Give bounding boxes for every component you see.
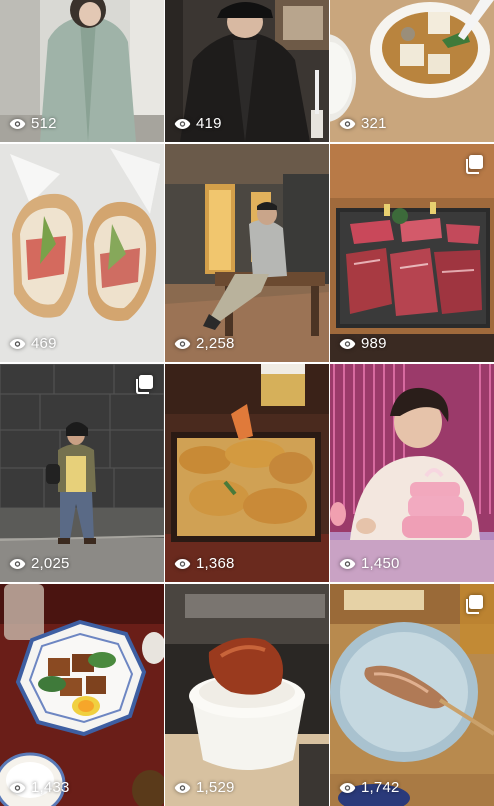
post-thumbnail <box>330 364 494 582</box>
eye-icon <box>174 782 191 793</box>
post-thumbnail <box>330 584 494 806</box>
post-tile[interactable]: 2,258 <box>165 144 329 362</box>
carousel-icon <box>466 595 483 614</box>
post-thumbnail <box>165 144 329 362</box>
view-count-label: 321 <box>361 115 387 132</box>
view-count-label: 1,742 <box>361 779 400 796</box>
post-tile[interactable]: 1,368 <box>165 364 329 582</box>
eye-icon <box>9 782 26 793</box>
carousel-icon <box>466 155 483 174</box>
eye-icon <box>339 338 356 349</box>
view-count: 2,025 <box>9 555 70 572</box>
post-thumbnail <box>165 364 329 582</box>
post-tile[interactable]: 1,433 <box>0 584 164 806</box>
post-tile[interactable]: 469 <box>0 144 164 362</box>
post-thumbnail <box>165 584 329 806</box>
post-tile[interactable]: 1,529 <box>165 584 329 806</box>
view-count: 1,742 <box>339 779 400 796</box>
eye-icon <box>339 558 356 569</box>
eye-icon <box>174 558 191 569</box>
view-count: 469 <box>9 335 57 352</box>
view-count-label: 469 <box>31 335 57 352</box>
view-count-label: 2,258 <box>196 335 235 352</box>
view-count-label: 419 <box>196 115 222 132</box>
view-count-label: 989 <box>361 335 387 352</box>
view-count-label: 2,025 <box>31 555 70 572</box>
post-thumbnail <box>330 144 494 362</box>
eye-icon <box>9 338 26 349</box>
view-count-label: 1,433 <box>31 779 70 796</box>
post-tile[interactable]: 2,025 <box>0 364 164 582</box>
view-count: 1,450 <box>339 555 400 572</box>
post-grid: 512 419 321 469 2,258 989 2,025 1,368 1,… <box>0 0 494 806</box>
view-count: 989 <box>339 335 387 352</box>
post-tile[interactable]: 1,742 <box>330 584 494 806</box>
post-tile[interactable]: 321 <box>330 0 494 142</box>
view-count: 2,258 <box>174 335 235 352</box>
post-thumbnail <box>0 584 164 806</box>
eye-icon <box>339 118 356 129</box>
view-count-label: 1,450 <box>361 555 400 572</box>
eye-icon <box>9 558 26 569</box>
view-count: 1,433 <box>9 779 70 796</box>
view-count: 419 <box>174 115 222 132</box>
post-tile[interactable]: 1,450 <box>330 364 494 582</box>
view-count-label: 1,529 <box>196 779 235 796</box>
post-tile[interactable]: 512 <box>0 0 164 142</box>
view-count: 1,368 <box>174 555 235 572</box>
view-count-label: 512 <box>31 115 57 132</box>
eye-icon <box>174 118 191 129</box>
eye-icon <box>339 782 356 793</box>
post-tile[interactable]: 419 <box>165 0 329 142</box>
carousel-icon <box>136 375 153 394</box>
eye-icon <box>9 118 26 129</box>
eye-icon <box>174 338 191 349</box>
view-count: 1,529 <box>174 779 235 796</box>
view-count: 321 <box>339 115 387 132</box>
post-tile[interactable]: 989 <box>330 144 494 362</box>
post-thumbnail <box>0 144 164 362</box>
view-count-label: 1,368 <box>196 555 235 572</box>
post-thumbnail <box>0 364 164 582</box>
view-count: 512 <box>9 115 57 132</box>
